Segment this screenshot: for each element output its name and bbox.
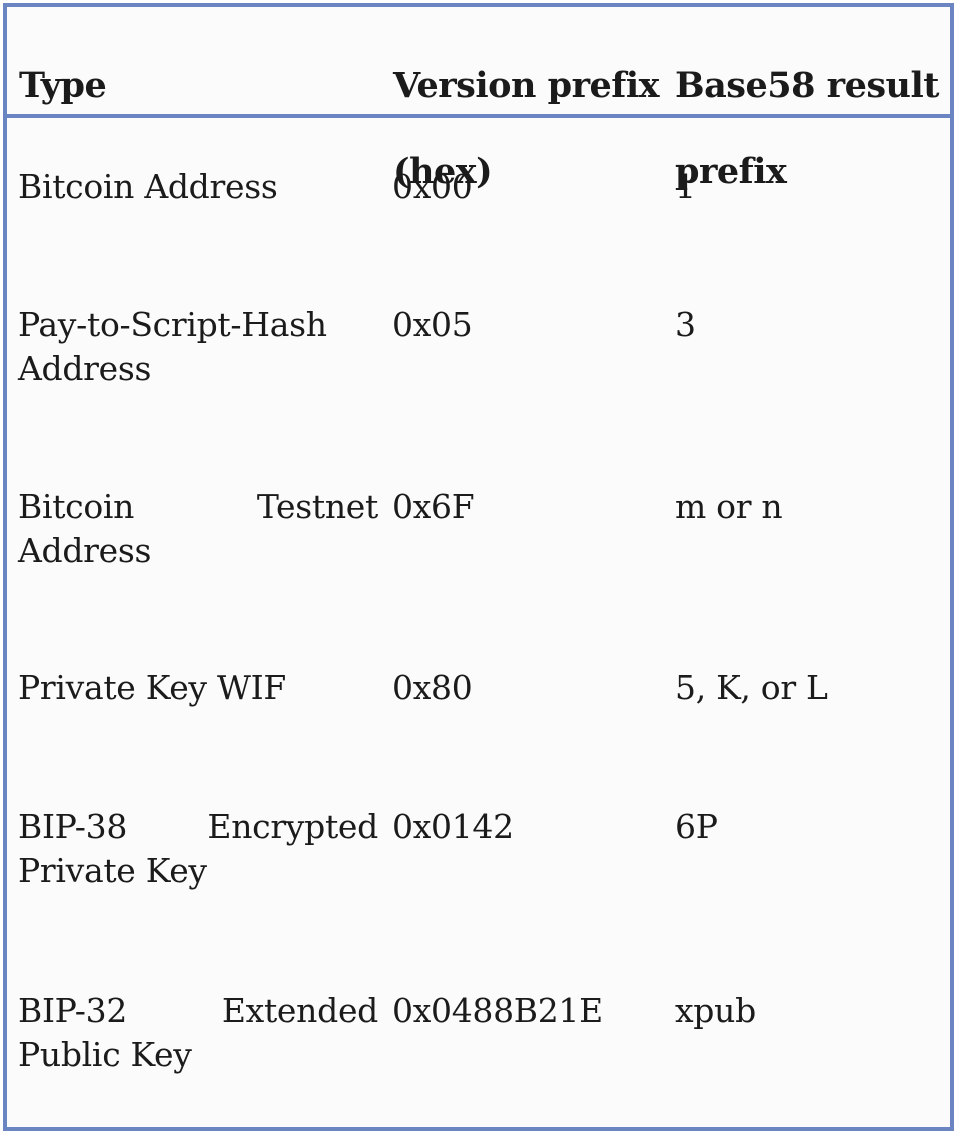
table-row-1-type: Bitcoin Address: [18, 165, 378, 209]
table-row-4-version: 0x80: [392, 668, 473, 707]
table-row-5-version: 0x0142: [392, 807, 514, 846]
table-row-6-type: BIP-32 Extended Public Key: [18, 989, 378, 1077]
type-line1: Bitcoin Testnet: [18, 485, 378, 529]
type-line1-a: Pay-to-Script-Hash: [18, 305, 327, 344]
type-line1: Private Key WIF: [18, 666, 378, 710]
table-row-3-version: 0x6F: [392, 487, 475, 526]
prefix-table: Type Version prefix (hex) Base58 result …: [3, 3, 954, 1131]
header-base58-prefix: Base58 result prefix: [675, 21, 939, 236]
type-line2: Address: [18, 349, 152, 388]
header-base58-line1: Base58 result: [675, 65, 939, 106]
type-line1-b: Extended: [221, 991, 378, 1030]
table-row-6-base58: xpub: [675, 991, 756, 1030]
table-row-4-base58: 5, K, or L: [675, 668, 828, 707]
table-row-2-base58: 3: [675, 305, 696, 344]
header-type-label: Type: [19, 65, 107, 106]
type-line2: Address: [18, 531, 152, 570]
type-line2: Private Key: [18, 851, 207, 890]
table-row-3-type: Bitcoin Testnet Address: [18, 485, 378, 573]
type-line1-b: Encrypted: [207, 807, 378, 846]
type-line1-a: Bitcoin: [18, 487, 135, 526]
table-row-3-base58: m or n: [675, 487, 783, 526]
table-row-6-version: 0x0488B21E: [392, 991, 603, 1030]
header-base58-line2: prefix: [675, 151, 787, 192]
type-line1-b: Testnet: [256, 487, 378, 526]
type-line1: Bitcoin Address: [18, 165, 378, 209]
type-line1-a: Bitcoin Address: [18, 167, 278, 206]
table-row-4-type: Private Key WIF: [18, 666, 378, 710]
type-line1: BIP-32 Extended: [18, 989, 378, 1033]
type-line1-a: Private Key WIF: [18, 668, 286, 707]
table-row-2-version: 0x05: [392, 305, 473, 344]
table-row-5-type: BIP-38 Encrypted Private Key: [18, 805, 378, 893]
table-row-2-type: Pay-to-Script-Hash Address: [18, 303, 378, 391]
header-version-line1: Version prefix: [393, 65, 660, 106]
table-row-1-version: 0x00: [392, 167, 473, 206]
type-line1: Pay-to-Script-Hash: [18, 303, 378, 347]
header-type: Type: [19, 21, 107, 107]
type-line1: BIP-38 Encrypted: [18, 805, 378, 849]
table-row-1-base58: 1: [675, 167, 696, 206]
type-line1-a: BIP-38: [18, 807, 128, 846]
table-row-5-base58: 6P: [675, 807, 718, 846]
type-line1-a: BIP-32: [18, 991, 128, 1030]
type-line2: Public Key: [18, 1035, 192, 1074]
table-header-row: Type Version prefix (hex) Base58 result …: [7, 7, 950, 192]
